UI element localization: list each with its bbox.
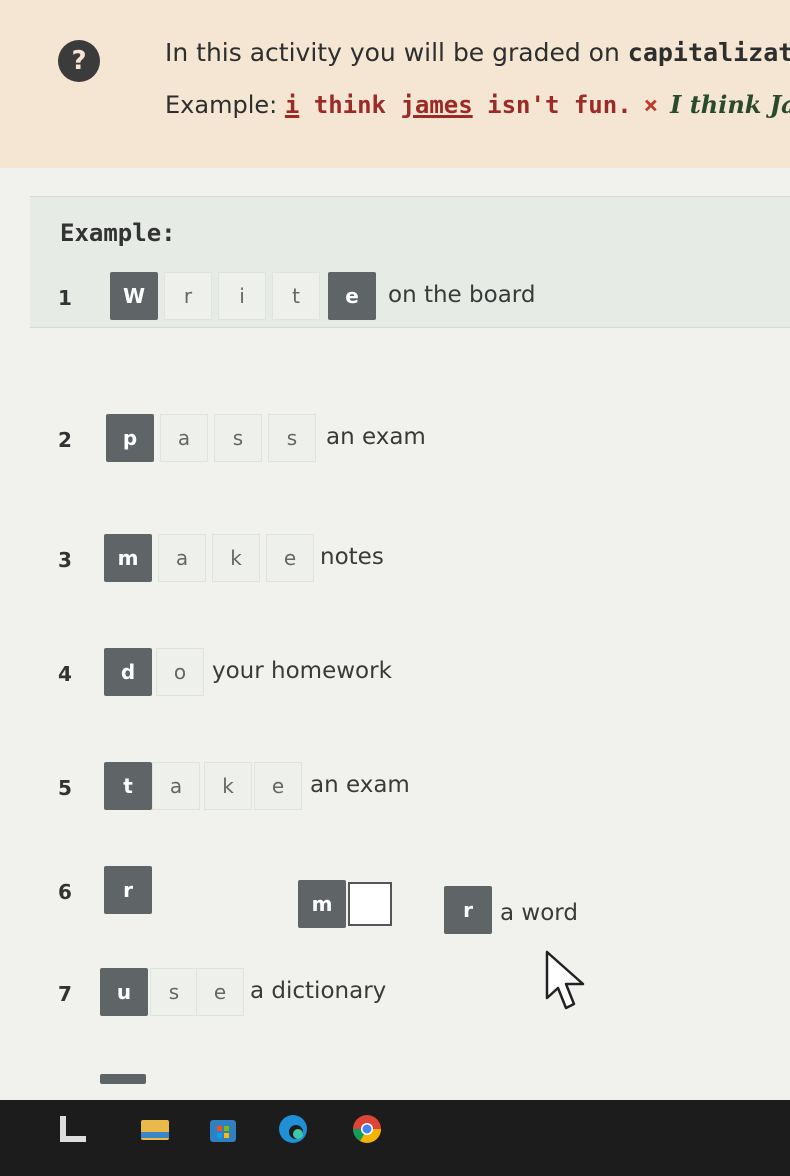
- letter-input[interactable]: e: [196, 968, 244, 1016]
- letter-tile: r: [164, 272, 212, 320]
- row-number: 4: [58, 662, 72, 686]
- letter-tile: i: [218, 272, 266, 320]
- incorrect-think: think: [299, 91, 401, 119]
- incorrect-example: i think james isn't fun.: [285, 91, 632, 119]
- example-heading: Example:: [60, 219, 176, 247]
- partial-letter-tile: [100, 1074, 146, 1084]
- row-number: 1: [58, 286, 72, 310]
- letter-input[interactable]: t: [104, 762, 152, 810]
- phrase-text: a word: [500, 900, 578, 926]
- mouse-pointer-icon: [545, 950, 585, 1010]
- letter-input[interactable]: k: [204, 762, 252, 810]
- store-icon[interactable]: [206, 1112, 240, 1146]
- letter-input[interactable]: p: [106, 414, 154, 462]
- letter-input[interactable]: r: [444, 886, 492, 934]
- incorrect-rest: isn't fun.: [472, 91, 632, 119]
- row-number: 3: [58, 548, 72, 572]
- example-sentence: Example: i think james isn't fun. × I thin…: [165, 90, 790, 119]
- letter-input[interactable]: a: [152, 762, 200, 810]
- letter-input[interactable]: o: [156, 648, 204, 696]
- taskbar: [0, 1100, 790, 1176]
- letter-input[interactable]: a: [158, 534, 206, 582]
- instruction-text: In this activity you will be graded on c…: [165, 38, 790, 67]
- letter-input[interactable]: e: [266, 534, 314, 582]
- row-number: 5: [58, 776, 72, 800]
- phrase-text: a dictionary: [250, 978, 387, 1004]
- incorrect-i: i: [284, 91, 300, 119]
- letter-input[interactable]: r: [104, 866, 152, 914]
- letter-input[interactable]: s: [150, 968, 198, 1016]
- incorrect-james: james: [400, 91, 473, 119]
- row-number: 2: [58, 428, 72, 452]
- letter-tile: t: [272, 272, 320, 320]
- example-prefix: Example:: [165, 91, 285, 119]
- phrase-text: your homework: [212, 658, 392, 684]
- instruction-bold: capitalizatio: [627, 38, 790, 67]
- letter-input[interactable]: a: [160, 414, 208, 462]
- phrase-text: an exam: [326, 424, 426, 450]
- phrase-text: an exam: [310, 772, 410, 798]
- letter-input[interactable]: d: [104, 648, 152, 696]
- letter-input[interactable]: m: [104, 534, 152, 582]
- letter-input[interactable]: s: [214, 414, 262, 462]
- row-number: 6: [58, 880, 72, 904]
- instruction-banner: ? In this activity you will be graded on…: [0, 0, 790, 168]
- file-explorer-icon[interactable]: [138, 1112, 172, 1146]
- letter-input[interactable]: k: [212, 534, 260, 582]
- instruction-prefix: In this activity you will be graded on: [165, 38, 628, 67]
- correct-example: I think Jame: [670, 90, 790, 119]
- edge-browser-icon[interactable]: [276, 1112, 310, 1146]
- chrome-browser-icon[interactable]: [350, 1112, 384, 1146]
- letter-input[interactable]: m: [298, 880, 346, 928]
- activity-page: ? In this activity you will be graded on…: [0, 0, 790, 1176]
- wrong-mark-icon: ×: [643, 91, 659, 119]
- empty-letter-input[interactable]: [348, 882, 392, 926]
- letter-input[interactable]: u: [100, 968, 148, 1016]
- letter-input[interactable]: e: [254, 762, 302, 810]
- phrase-text: on the board: [388, 282, 536, 308]
- row-number: 7: [58, 982, 72, 1006]
- letter-tile: e: [328, 272, 376, 320]
- phrase-text: notes: [320, 544, 384, 570]
- question-mark-icon[interactable]: ?: [58, 40, 100, 82]
- letter-input[interactable]: s: [268, 414, 316, 462]
- letter-tile: W: [110, 272, 158, 320]
- start-icon[interactable]: [58, 1112, 92, 1146]
